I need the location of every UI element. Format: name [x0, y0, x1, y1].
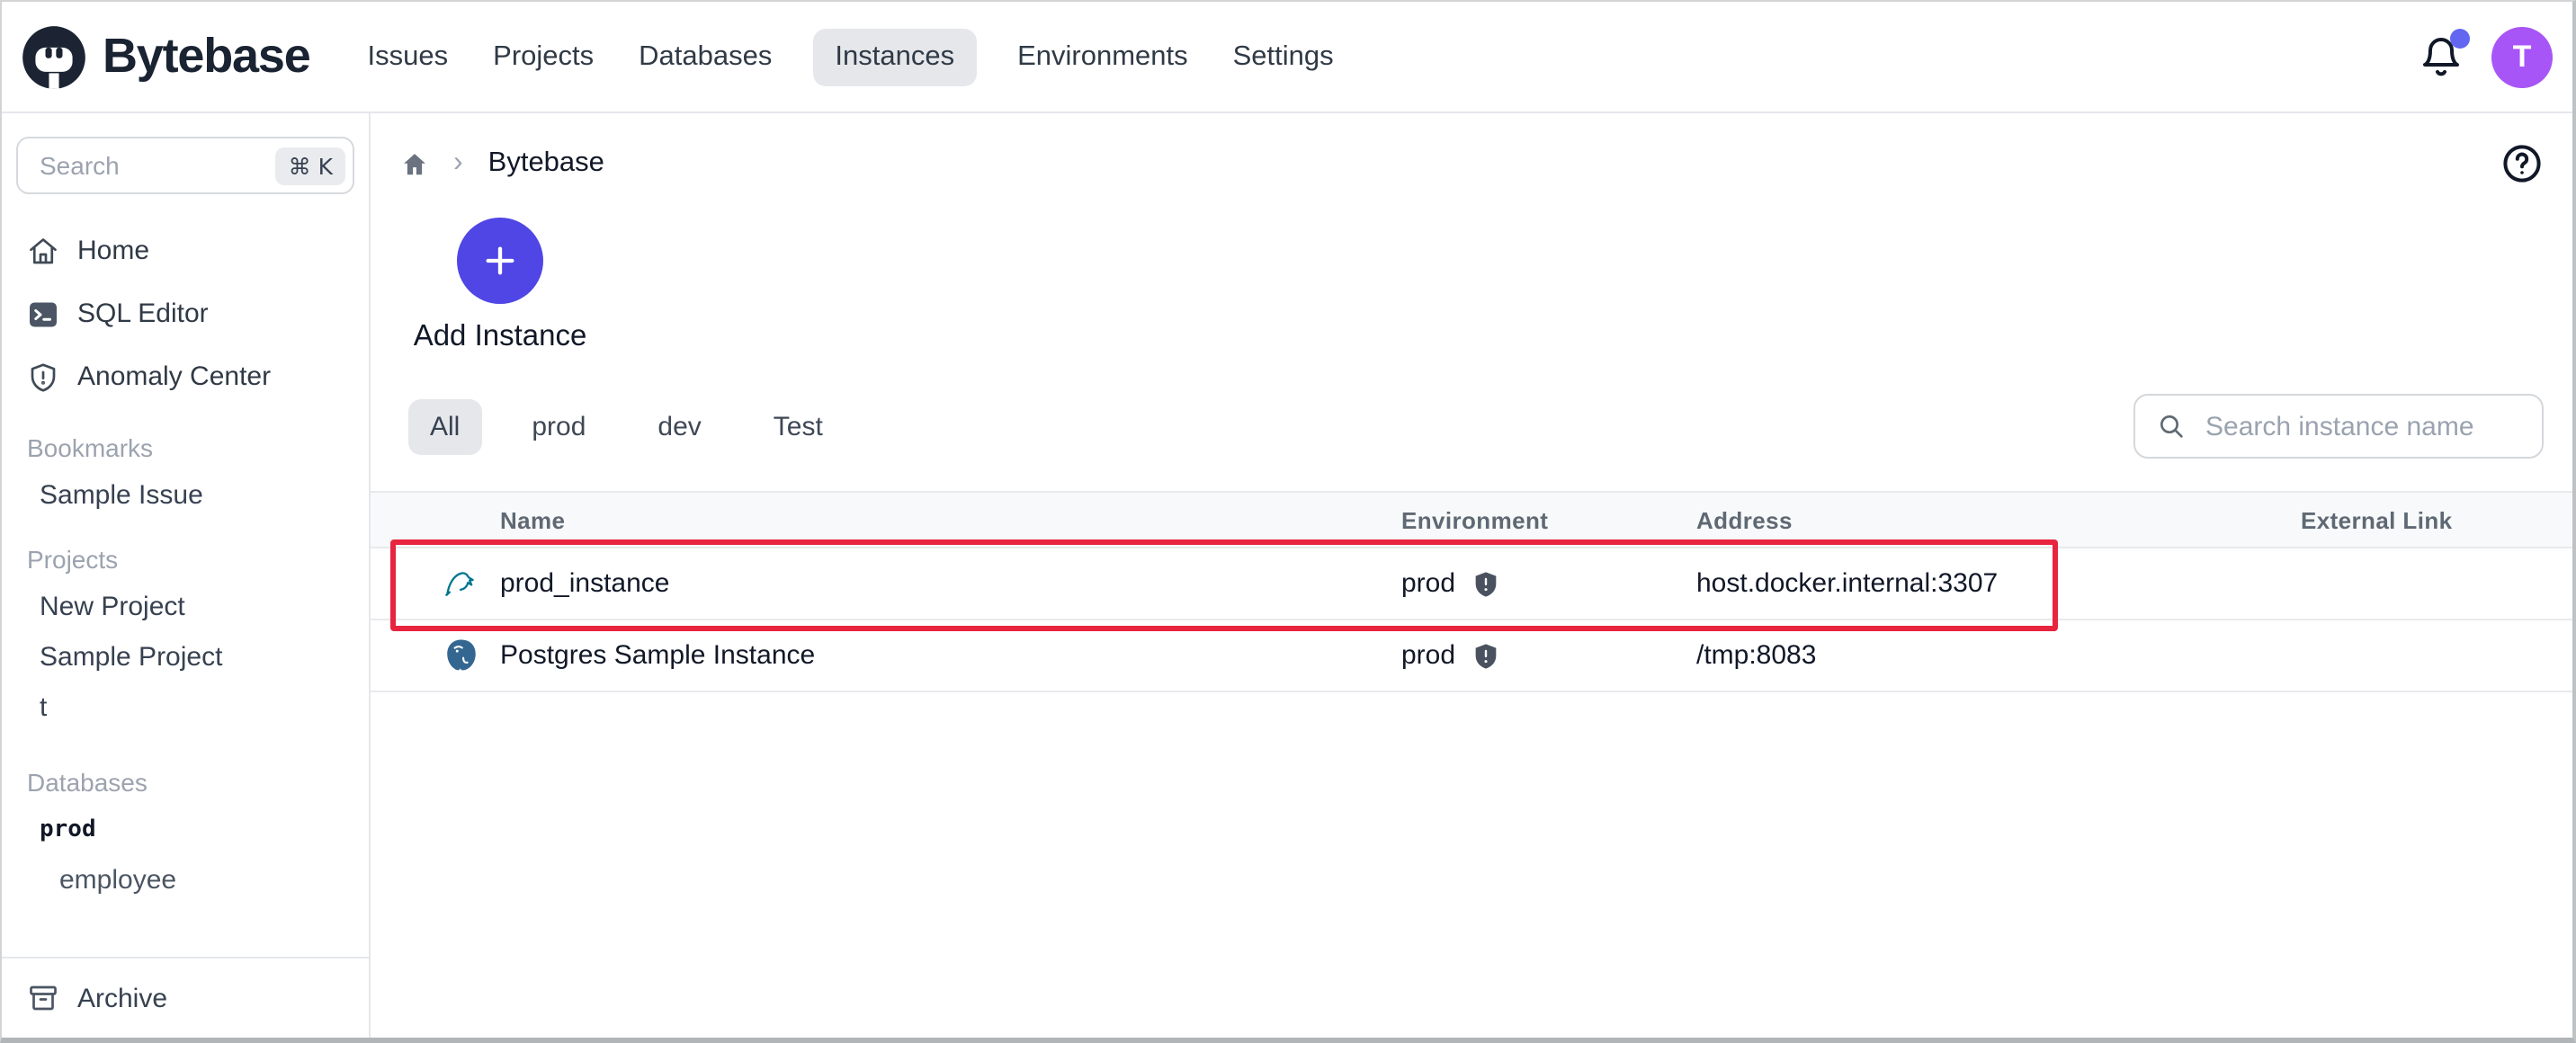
tab-prod[interactable]: prod	[510, 398, 607, 454]
sidebar-item-archive[interactable]: Archive	[2, 957, 369, 1038]
postgres-icon	[447, 639, 476, 671]
sidebar-item-home[interactable]: Home	[2, 219, 369, 282]
sidebar-section-projects: Projects New Project Sample Project t	[2, 538, 369, 732]
avatar-initial: T	[2512, 39, 2532, 73]
avatar[interactable]: T	[2491, 26, 2553, 87]
sidebar-item-label: Home	[77, 236, 150, 266]
table-row-prod-instance[interactable]: prod_instance prod host.docker.internal:…	[371, 548, 2572, 620]
main-nav: Issues Projects Databases Instances Envi…	[364, 28, 1337, 85]
sidebar: ⌘ K Home SQL Editor	[2, 113, 371, 1038]
nav-item-projects[interactable]: Projects	[489, 28, 597, 85]
sidebar-search[interactable]: ⌘ K	[16, 137, 354, 194]
logo-text: Bytebase	[103, 29, 311, 83]
shield-icon	[1475, 571, 1497, 596]
sidebar-item-employee-db[interactable]: employee	[2, 854, 369, 905]
engine-cell	[443, 565, 500, 602]
column-header-environment: Environment	[1401, 506, 1549, 533]
section-title: Projects	[27, 545, 119, 574]
chevron-right-icon: ›	[453, 147, 463, 178]
column-header-name: Name	[500, 506, 566, 533]
home-icon	[404, 153, 425, 174]
search-icon	[2160, 415, 2183, 438]
app-window: Bytebase Issues Projects Databases Insta…	[0, 0, 2576, 1043]
add-instance-button[interactable]: Add Instance	[414, 218, 586, 354]
breadcrumb-home-button[interactable]	[401, 150, 428, 177]
main-content: › Bytebase Add Instance All prod dev Tes…	[371, 113, 2572, 1038]
column-header-external-link: External Link	[2301, 506, 2453, 533]
environment-cell: prod	[1401, 640, 1696, 671]
nav-item-settings[interactable]: Settings	[1230, 28, 1337, 85]
tab-dev[interactable]: dev	[636, 398, 722, 454]
environment-label: prod	[1401, 640, 1456, 671]
table-row-postgres-sample-instance[interactable]: Postgres Sample Instance prod /tmp:8083	[371, 620, 2572, 692]
sidebar-item-sample-project[interactable]: Sample Project	[2, 631, 369, 682]
instance-name: Postgres Sample Instance	[500, 640, 816, 671]
instance-search[interactable]	[2133, 394, 2544, 459]
sidebar-search-input[interactable]	[36, 149, 276, 182]
address-cell: /tmp:8083	[1696, 640, 1817, 671]
tab-test[interactable]: Test	[752, 398, 845, 454]
sidebar-item-anomaly-center[interactable]: Anomaly Center	[2, 345, 369, 408]
sidebar-nav: Home SQL Editor Anomaly Center	[2, 219, 369, 408]
unread-dot	[2450, 28, 2470, 48]
environment-cell: prod	[1401, 568, 1696, 599]
home-icon	[30, 237, 57, 263]
address-cell: host.docker.internal:3307	[1696, 568, 1999, 599]
breadcrumb: › Bytebase	[371, 113, 2572, 185]
mysql-icon	[445, 572, 474, 596]
breadcrumb-current: Bytebase	[487, 147, 604, 178]
section-title: Databases	[27, 768, 148, 797]
section-title: Bookmarks	[27, 433, 154, 462]
notifications-button[interactable]	[2419, 28, 2470, 78]
instance-name: prod_instance	[500, 568, 670, 599]
sidebar-item-sample-issue[interactable]: Sample Issue	[2, 469, 369, 520]
add-instance-label: Add Instance	[413, 320, 587, 352]
nav-item-instances[interactable]: Instances	[813, 28, 977, 85]
bytebase-logo[interactable]: Bytebase	[20, 22, 311, 91]
environment-label: prod	[1401, 568, 1456, 599]
sidebar-item-t[interactable]: t	[2, 682, 369, 732]
sidebar-item-new-project[interactable]: New Project	[2, 581, 369, 631]
top-navbar: Bytebase Issues Projects Databases Insta…	[2, 2, 2572, 113]
add-instance-circle[interactable]	[457, 218, 543, 304]
help-icon	[2503, 145, 2541, 183]
keyboard-shortcut-badge: ⌘ K	[275, 147, 345, 184]
sidebar-item-prod-db[interactable]: prod	[2, 804, 369, 854]
sidebar-item-label: SQL Editor	[77, 299, 209, 329]
header-right: T	[2419, 26, 2553, 87]
sidebar-item-label: Anomaly Center	[77, 361, 272, 392]
plus-icon	[486, 246, 514, 275]
sidebar-item-sql-editor[interactable]: SQL Editor	[2, 282, 369, 345]
shield-icon	[1475, 643, 1497, 668]
column-header-address: Address	[1696, 506, 1793, 533]
archive-label: Archive	[77, 983, 168, 1013]
bytebase-logo-icon	[22, 25, 85, 88]
sidebar-section-bookmarks: Bookmarks Sample Issue	[2, 426, 369, 520]
nav-item-databases[interactable]: Databases	[635, 28, 775, 85]
table-header: Name Environment Address External Link	[371, 491, 2572, 548]
archive-icon	[30, 985, 57, 1011]
environment-tabs: All prod dev Test	[408, 394, 2544, 459]
terminal-icon	[30, 301, 57, 326]
nav-item-issues[interactable]: Issues	[364, 28, 452, 85]
nav-item-environments[interactable]: Environments	[1014, 28, 1192, 85]
instance-search-input[interactable]	[2202, 409, 2524, 443]
help-button[interactable]	[2500, 142, 2544, 185]
shield-alert-icon	[31, 362, 56, 391]
tab-all[interactable]: All	[408, 398, 482, 454]
engine-cell	[443, 637, 500, 674]
sidebar-section-databases: Databases prod employee	[2, 761, 369, 905]
instance-table: Name Environment Address External Link p…	[371, 491, 2572, 692]
